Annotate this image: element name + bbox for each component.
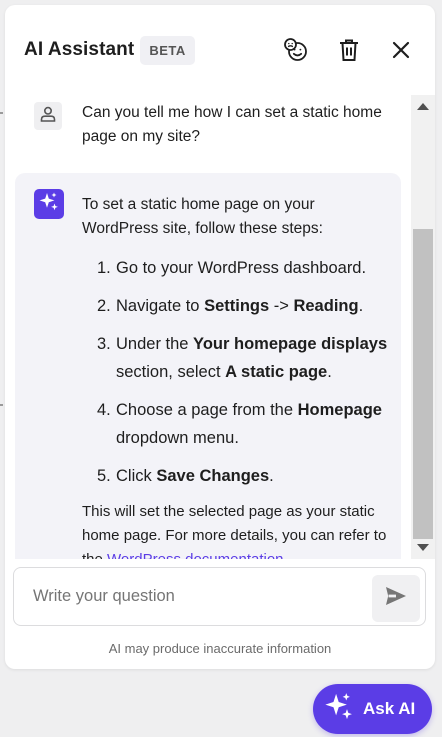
- steps-list: 1. Go to your WordPress dashboard. 2. Na…: [82, 254, 390, 490]
- scroll-down-arrow[interactable]: [417, 544, 429, 551]
- question-input-box: [13, 567, 426, 626]
- page-edge-mark: [0, 404, 3, 406]
- send-icon: [385, 586, 407, 611]
- user-avatar: [34, 102, 62, 130]
- chat-log: Can you tell me how I can set a static h…: [5, 95, 435, 559]
- ai-message-body: To set a static home page on your WordPr…: [82, 193, 390, 559]
- ai-message: To set a static home page on your WordPr…: [15, 173, 401, 559]
- user-message-text: Can you tell me how I can set a static h…: [82, 104, 382, 145]
- wordpress-docs-link[interactable]: WordPress documentation: [107, 551, 283, 559]
- close-icon: [391, 40, 411, 60]
- list-item: 5. Click Save Changes.: [97, 467, 274, 485]
- sparkle-icon: [38, 191, 60, 218]
- beta-badge: BETA: [140, 35, 195, 65]
- chat-scrollbar[interactable]: [411, 95, 435, 559]
- user-icon: [39, 105, 57, 128]
- list-item: 3. Under the Your homepage displays sect…: [97, 335, 388, 381]
- list-item: 4. Choose a page from the Homepage dropd…: [97, 401, 382, 447]
- ai-assistant-panel: AI Assistant BETA Can you tell me how I …: [5, 5, 435, 669]
- panel-title: AI Assistant: [24, 39, 135, 60]
- close-button[interactable]: [386, 35, 416, 65]
- feedback-button[interactable]: [281, 35, 311, 65]
- page-edge-mark: [0, 112, 3, 114]
- clear-chat-button[interactable]: [334, 35, 364, 65]
- list-item: 1. Go to your WordPress dashboard.: [97, 259, 367, 277]
- disclaimer-text: AI may produce inaccurate information: [108, 641, 332, 656]
- ask-ai-label: Ask AI: [363, 699, 416, 718]
- panel-header: AI Assistant BETA: [5, 5, 435, 95]
- ai-avatar: [34, 189, 64, 219]
- sparkle-icon: [323, 691, 355, 728]
- send-button[interactable]: [372, 575, 420, 622]
- list-item: 2. Navigate to Settings -> Reading.: [97, 297, 364, 315]
- trash-icon: [337, 37, 361, 63]
- ai-intro: To set a static home page on your WordPr…: [82, 196, 323, 237]
- emoji-icon: [282, 36, 310, 64]
- scroll-up-arrow[interactable]: [417, 103, 429, 110]
- ai-outro: This will set the selected page as your …: [82, 500, 390, 559]
- question-input[interactable]: [33, 582, 363, 610]
- ask-ai-button[interactable]: Ask AI: [313, 684, 432, 734]
- scroll-thumb[interactable]: [413, 229, 433, 539]
